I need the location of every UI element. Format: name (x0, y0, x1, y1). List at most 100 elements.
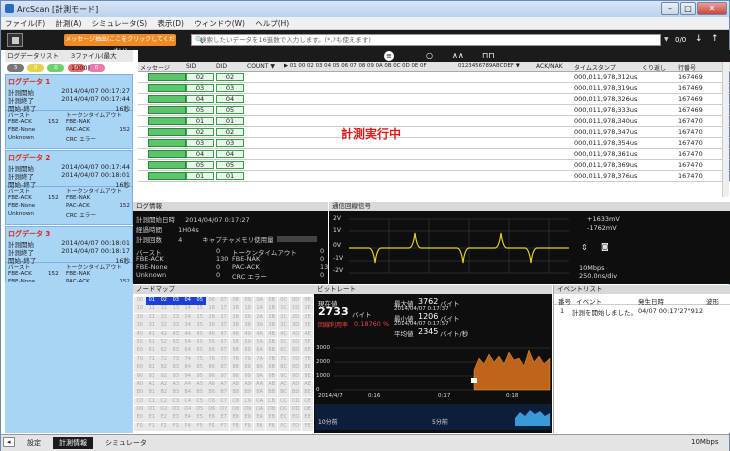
camera-icon[interactable]: ◙ (601, 242, 609, 251)
node-row: 505152535455565758595A5B5C5D5E5F (134, 337, 327, 347)
tab-measure-info[interactable]: 計測情報 (53, 437, 93, 449)
badge-total[interactable]: 3 (7, 64, 24, 72)
search-input[interactable]: 検索したいデータを16進数で入力します。(*,?も使えます) (191, 34, 661, 46)
cursor-marker[interactable] (471, 378, 477, 383)
node-map-panel: ノードマップ 000102030405060708090A0B0C0D0E0F1… (133, 285, 328, 433)
close-button[interactable]: ✕ (697, 2, 727, 15)
app-window: ArcScan [計測モード] – □ ✕ ファイル(F) 計測(A) シミュレ… (0, 0, 730, 451)
node-cell[interactable]: FC (277, 422, 290, 431)
node-cell[interactable]: F0 (134, 422, 146, 431)
menu-simulator[interactable]: シミュレータ(S) (88, 17, 151, 30)
event-list-panel: イベントリスト 番号 イベント 発生日時 波形 1 計測を開始しました。 04/… (553, 285, 730, 433)
node-cell[interactable]: F7 (217, 422, 230, 431)
col-acknak[interactable]: ACK/NAK (536, 63, 563, 70)
node-row: D0D1D2D3D4D5D6D7D8D9DADBDCDDDEDF (134, 404, 327, 414)
wave-plot (349, 218, 569, 274)
menu-help[interactable]: ヘルプ(H) (251, 17, 293, 30)
menu-window[interactable]: ウィンドウ(W) (190, 17, 249, 30)
linenum-cell: 167470 (678, 172, 703, 180)
next-down-icon[interactable]: ↓ (695, 34, 703, 44)
prev-up-icon[interactable]: ↑ (711, 34, 719, 44)
tab-settings[interactable]: 設定 (21, 437, 47, 449)
node-cell[interactable]: F5 (193, 422, 206, 431)
circle-view-icon[interactable]: ○ (426, 51, 433, 60)
table-row[interactable]: 02 02 000,011,978,347us 167470 (138, 127, 730, 138)
node-grid: 000102030405060708090A0B0C0D0E0F10111213… (133, 294, 328, 431)
badge-warning[interactable]: 0 (27, 64, 45, 72)
log-end: 計測終了 2014/04/07 00:18:01 (8, 171, 130, 181)
view-mode-bar: ≡ ○ ∧∧ ⊓⊓ (138, 50, 730, 62)
scale-icon[interactable]: ⇕ (581, 243, 588, 252)
log-stats-row: バースト トークンタイムアウト (8, 189, 122, 195)
log-list-header: ログデータリスト 3ファイル(最大1000) (5, 50, 133, 72)
log-data-item[interactable]: ログデータ 2 計測開始 2014/04/07 00:17:44 計測終了 2014/0… (5, 150, 133, 225)
col-linenum[interactable]: 行番号 (678, 63, 696, 72)
node-cell[interactable]: F9 (241, 422, 254, 431)
menu-file[interactable]: ファイル(F) (1, 17, 49, 30)
col-repeat[interactable]: くり返し (642, 63, 666, 72)
table-row[interactable]: 03 03 000,011,978,354us 167470 (138, 138, 730, 149)
wave-y-label: 2V (333, 215, 341, 222)
overview-label-10min: 10分前 (318, 419, 338, 426)
table-row[interactable]: 04 04 000,011,978,326us 167469 (138, 94, 730, 105)
log-data-item[interactable]: ログデータ 1 計測開始 2014/04/07 00:17:27 計測終了 2014/0… (5, 74, 133, 149)
table-row[interactable]: 03 03 000,011,978,319us 167469 (138, 83, 730, 94)
stat-row: バースト 0 トークンタイムアウト 0 (136, 247, 325, 257)
table-row[interactable]: 01 01 000,011,978,340us 167470 (138, 116, 730, 127)
node-cell[interactable]: FA (253, 422, 266, 431)
table-row[interactable]: 05 05 000,011,978,369us 167470 (138, 160, 730, 171)
col-timestamp[interactable]: タイムスタンプ (574, 63, 616, 72)
node-cell[interactable]: F4 (181, 422, 194, 431)
table-row[interactable]: 02 02 000,011,978,312us 167469 (138, 72, 730, 83)
table-row[interactable]: 04 04 000,011,978,361us 167470 (138, 149, 730, 160)
minimize-button[interactable]: – (661, 2, 679, 15)
start-value: 2014/04/07 0:17:27 (185, 216, 250, 224)
badge-ok[interactable]: 0 (47, 64, 65, 72)
node-cell[interactable]: FE (301, 422, 314, 431)
node-cell[interactable]: F6 (205, 422, 218, 431)
timestamp-cell: 000,011,978,347us (574, 128, 638, 136)
stop-button[interactable] (7, 33, 23, 47)
div-value: 250.0ns/div (579, 272, 618, 280)
node-cell[interactable]: FD (289, 422, 302, 431)
bottom-bar: ◂ 設定 計測情報 シミュレータ 10Mbps (1, 434, 729, 451)
collapse-button[interactable]: ◂ (3, 437, 15, 447)
message-extract-button[interactable]: メッセージ抽出(ここをクリックしてください) (64, 34, 176, 55)
maximize-button[interactable]: □ (680, 2, 696, 15)
node-cell[interactable]: F2 (157, 422, 170, 431)
sid-cell: 02 (186, 73, 214, 81)
timestamp-cell: 000,011,978,333us (574, 106, 638, 114)
menu-measure[interactable]: 計測(A) (51, 17, 85, 30)
col-message[interactable]: メッセージ (140, 63, 170, 72)
log-name: ログデータ 2 (8, 154, 51, 162)
col-did[interactable]: DID (216, 63, 227, 70)
event-row[interactable]: 1 計測を開始しました。 04/07 00:17'27"912 (554, 305, 730, 317)
node-cell[interactable]: FB (265, 422, 278, 431)
node-row: C0C1C2C3C4C5C6C7C8C9CACBCCCDCECF (134, 396, 327, 406)
message-tag (148, 139, 186, 147)
table-row[interactable]: 05 05 000,011,978,333us 167469 (138, 105, 730, 116)
menu-view[interactable]: 表示(D) (153, 17, 188, 30)
log-stats-row: FBE-ACK 152 FBE-NAK (8, 119, 91, 125)
node-cell[interactable]: F8 (229, 422, 242, 431)
app-icon (5, 4, 14, 13)
col-count[interactable]: COUNT ▼ (247, 63, 275, 70)
col-ascii[interactable]: 0123456789ABCDEF ▼ (458, 63, 520, 69)
did-cell: 04 (216, 150, 244, 158)
table-row[interactable]: 01 01 000,011,978,376us 167470 (138, 171, 730, 182)
col-hex[interactable]: ▶ 01 00 02 03 04 05 06 07 08 09 0A 0B 0C… (284, 63, 427, 69)
bitrate-area (473, 349, 551, 391)
list-view-icon[interactable]: ≡ (384, 51, 394, 61)
node-cell[interactable]: F1 (145, 422, 158, 431)
col-sid[interactable]: SID (186, 63, 196, 70)
tab-simulator[interactable]: シミュレータ (99, 437, 153, 449)
pulse-view-icon[interactable]: ⊓⊓ (482, 51, 494, 60)
did-cell: 03 (216, 139, 244, 147)
log-name: ログデータ 1 (8, 78, 51, 86)
wave-view-icon[interactable]: ∧∧ (452, 51, 464, 60)
timestamp-cell: 000,011,978,319us (574, 84, 638, 92)
log-stats-row: FBE-NonePAC-ACK152 (8, 127, 130, 133)
dropdown-icon[interactable]: ▼ (664, 36, 669, 43)
node-cell[interactable]: F3 (169, 422, 182, 431)
grid-scrollbar[interactable] (722, 62, 729, 197)
